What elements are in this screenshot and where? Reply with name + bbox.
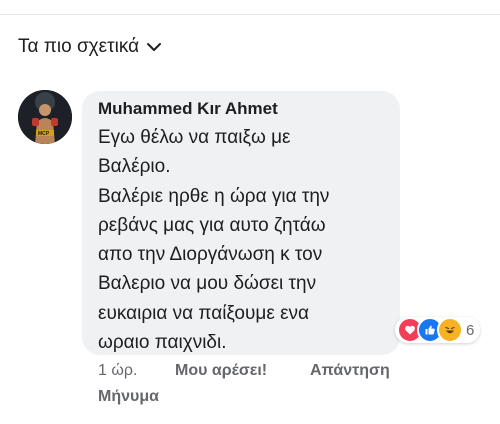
comment-line: ρεβάνς μας για αυτο ζητάω: [98, 214, 326, 236]
comment-text: Εγω θέλω να παιξω με Βαλέριο. Βαλέριε ηρ…: [98, 123, 398, 357]
reaction-summary[interactable]: 6: [395, 317, 481, 343]
comment-line: Βαλέριο.: [98, 156, 171, 178]
sort-label: Τα πιο σχετικά: [18, 36, 140, 57]
top-divider: [0, 14, 500, 15]
comment-timestamp[interactable]: 1 ώρ.: [98, 362, 137, 380]
comment-line: Βαλέριε ηρθε η ώρα για την: [98, 185, 330, 207]
like-button[interactable]: Μου αρέσει!: [175, 362, 267, 380]
avatar-image: MCP: [18, 90, 72, 144]
comment-line: ευκαιρια να παίξουμε ενα: [98, 302, 310, 324]
svg-text:MCP: MCP: [38, 131, 50, 137]
haha-icon: [437, 317, 463, 343]
message-button[interactable]: Μήνυμα: [98, 388, 159, 406]
chevron-down-icon: [147, 43, 162, 51]
comment-line: ωραιο παιχνιδι.: [98, 332, 227, 354]
comment-author[interactable]: Muhammed Kır Ahmet: [98, 99, 278, 119]
comment-line: Βαλεριο να μου δώσει την: [98, 273, 317, 295]
sort-dropdown[interactable]: Τα πιο σχετικά: [18, 36, 163, 58]
comment-bubble: Muhammed Kır Ahmet Εγω θέλω να παιξω με …: [82, 91, 400, 355]
avatar[interactable]: MCP: [18, 90, 72, 144]
reply-button[interactable]: Απάντηση: [310, 362, 390, 380]
reaction-count: 6: [466, 321, 475, 339]
comment-line: Εγω θέλω να παιξω με: [98, 127, 291, 148]
comment-line: απο την Διοργάνωση κ τον: [98, 244, 323, 266]
